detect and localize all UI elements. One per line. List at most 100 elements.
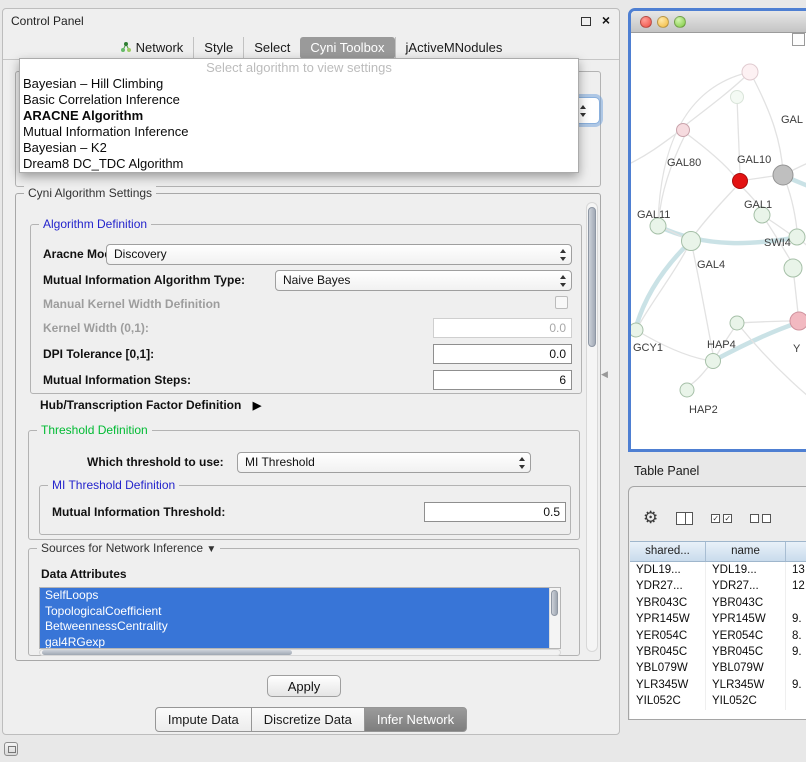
tab-impute-data[interactable]: Impute Data xyxy=(155,707,252,732)
cell[interactable] xyxy=(786,693,806,709)
cell[interactable]: YLR345W xyxy=(706,677,786,693)
settings-gear-icon[interactable]: ⚙ xyxy=(643,508,658,528)
cell[interactable]: 13 xyxy=(786,562,806,578)
dpi-tolerance-field[interactable]: 0.0 xyxy=(433,344,572,364)
dropdown-item[interactable]: Mutual Information Inference xyxy=(20,124,578,140)
column-header[interactable] xyxy=(786,542,806,561)
cell[interactable]: YER054C xyxy=(706,628,786,644)
mi-algorithm-type-select[interactable]: Naive Bayes xyxy=(275,270,572,291)
tab-jactivemnodules[interactable]: jActiveMNodules xyxy=(395,37,513,59)
table-row[interactable]: YIL052C YIL052C xyxy=(630,693,806,709)
sources-group-title[interactable]: Sources for Network Inference ▼ xyxy=(37,541,220,555)
cell[interactable]: YPR145W xyxy=(706,611,786,627)
table-row[interactable]: YER054C YER054C 8. xyxy=(630,628,806,644)
graph-node[interactable] xyxy=(730,316,744,330)
close-traffic-light[interactable] xyxy=(640,16,652,28)
dropdown-item[interactable]: Dream8 DC_TDC Algorithm xyxy=(20,156,578,172)
mi-threshold-field[interactable]: 0.5 xyxy=(424,502,566,522)
table-row[interactable]: YBR043C YBR043C xyxy=(630,595,806,611)
graph-node[interactable] xyxy=(631,323,643,337)
cell[interactable]: 9. xyxy=(786,611,806,627)
kernel-width-field[interactable]: 0.0 xyxy=(433,318,572,338)
cell[interactable]: YBR045C xyxy=(706,644,786,660)
scrollbar-thumb[interactable] xyxy=(551,590,558,616)
aracne-mode-select[interactable]: Discovery xyxy=(106,244,572,265)
table-row[interactable]: YBR045C YBR045C 9. xyxy=(630,644,806,660)
dropdown-item[interactable]: Bayesian – Hill Climbing xyxy=(20,76,578,92)
apply-button[interactable]: Apply xyxy=(267,675,341,697)
network-graph[interactable]: GAL GAL80 GAL10 GAL11 GAL1 SWI4 GAL4 GCY… xyxy=(631,33,806,449)
tab-network[interactable]: Network xyxy=(110,37,194,59)
scrollbar-thumb[interactable] xyxy=(588,207,596,347)
graph-node[interactable] xyxy=(682,232,701,251)
cell[interactable]: YBL079W xyxy=(706,660,786,676)
cell[interactable]: YLR345W xyxy=(630,677,706,693)
network-window-titlebar[interactable] xyxy=(631,11,806,33)
list-item[interactable]: SelfLoops xyxy=(40,588,549,604)
list-item[interactable]: BetweennessCentrality xyxy=(40,619,549,635)
deselect-all-columns-icon[interactable] xyxy=(750,514,771,523)
cell[interactable]: YDR27... xyxy=(630,578,706,594)
cell[interactable]: YBR043C xyxy=(706,595,786,611)
panel-collapse-arrow[interactable]: ◀ xyxy=(601,369,608,380)
cell[interactable]: YIL052C xyxy=(630,693,706,709)
cell[interactable] xyxy=(786,660,806,676)
list-item[interactable]: TopologicalCoefficient xyxy=(40,604,549,620)
dropdown-item[interactable]: Bayesian – K2 xyxy=(20,140,578,156)
table-row[interactable]: YDL19... YDL19... 13 xyxy=(630,562,806,578)
list-vertical-scrollbar[interactable] xyxy=(549,588,560,648)
tab-style[interactable]: Style xyxy=(193,37,243,59)
graph-node[interactable] xyxy=(706,354,721,369)
dropdown-item-selected[interactable]: ARACNE Algorithm xyxy=(20,108,578,124)
settings-scrollbar[interactable] xyxy=(586,202,598,652)
table-row[interactable]: YBL079W YBL079W xyxy=(630,660,806,676)
column-header-name[interactable]: name xyxy=(706,542,786,561)
cell[interactable]: YBL079W xyxy=(630,660,706,676)
graph-node[interactable] xyxy=(731,91,744,104)
cell[interactable]: YBR045C xyxy=(630,644,706,660)
list-horizontal-scrollbar[interactable] xyxy=(39,649,561,656)
graph-node[interactable] xyxy=(677,124,690,137)
close-icon[interactable]: × xyxy=(602,12,610,28)
graph-node[interactable] xyxy=(789,229,805,245)
tab-infer-network[interactable]: Infer Network xyxy=(364,707,467,732)
cell[interactable]: YIL052C xyxy=(706,693,786,709)
list-item[interactable]: gal4RGexp xyxy=(40,635,549,650)
graph-node[interactable] xyxy=(790,312,806,330)
select-all-columns-icon[interactable]: ✓ ✓ xyxy=(711,514,732,523)
zoom-traffic-light[interactable] xyxy=(674,16,686,28)
columns-icon[interactable] xyxy=(676,512,693,525)
graph-node[interactable] xyxy=(773,165,793,185)
graph-node-red[interactable] xyxy=(733,174,748,189)
mi-steps-field[interactable]: 6 xyxy=(433,370,572,390)
table-row[interactable]: YDR27... YDR27... 12 xyxy=(630,578,806,594)
cell[interactable] xyxy=(786,595,806,611)
which-threshold-select[interactable]: MI Threshold xyxy=(237,452,531,473)
table-row[interactable]: YLR345W YLR345W 9. xyxy=(630,677,806,693)
tab-discretize-data[interactable]: Discretize Data xyxy=(251,707,365,732)
tab-select[interactable]: Select xyxy=(243,37,300,59)
overview-toggle[interactable] xyxy=(792,33,805,46)
cell[interactable]: YDL19... xyxy=(630,562,706,578)
tab-cyni-toolbox[interactable]: Cyni Toolbox xyxy=(300,37,394,59)
cell[interactable]: YPR145W xyxy=(630,611,706,627)
graph-node[interactable] xyxy=(784,259,802,277)
cell[interactable]: YDR27... xyxy=(706,578,786,594)
scrollbar-thumb[interactable] xyxy=(42,650,292,655)
hub-section-toggle[interactable]: Hub/Transcription Factor Definition ▶ xyxy=(40,398,261,412)
minimized-panel-icon[interactable] xyxy=(4,742,18,756)
cell[interactable]: YER054C xyxy=(630,628,706,644)
cell[interactable]: 8. xyxy=(786,628,806,644)
cell[interactable]: YDL19... xyxy=(706,562,786,578)
cell[interactable]: 12 xyxy=(786,578,806,594)
cell[interactable]: 9. xyxy=(786,677,806,693)
dropdown-item[interactable]: Basic Correlation Inference xyxy=(20,92,578,108)
cell[interactable]: YBR043C xyxy=(630,595,706,611)
minimize-traffic-light[interactable] xyxy=(657,16,669,28)
cell[interactable]: 9. xyxy=(786,644,806,660)
float-window-icon[interactable] xyxy=(581,17,591,26)
network-canvas[interactable]: GAL GAL80 GAL10 GAL11 GAL1 SWI4 GAL4 GCY… xyxy=(631,33,806,449)
table-row[interactable]: YPR145W YPR145W 9. xyxy=(630,611,806,627)
manual-kernel-checkbox[interactable] xyxy=(555,296,568,309)
column-header-shared-name[interactable]: shared... xyxy=(630,542,706,561)
